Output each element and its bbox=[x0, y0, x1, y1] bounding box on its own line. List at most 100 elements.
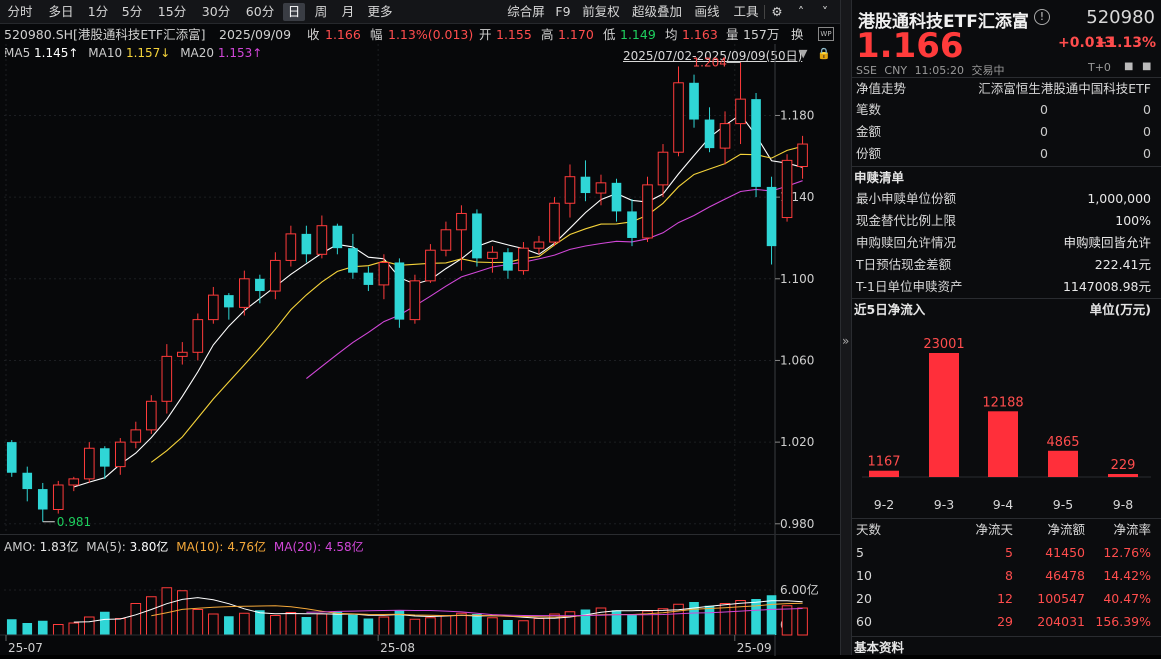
amo-bar bbox=[6, 619, 17, 635]
inflow-bar-value: 12188 bbox=[982, 395, 1023, 410]
chevron-down-icon[interactable]: ˅ bbox=[816, 3, 834, 21]
period-5min[interactable]: 5分 bbox=[117, 3, 147, 21]
period-weekly[interactable]: 周 bbox=[310, 3, 332, 21]
col-flow-amount: 净流额 bbox=[1047, 522, 1085, 537]
subscribe-row-label: 申购赎回允许情况 bbox=[856, 235, 957, 250]
candle-body bbox=[192, 319, 204, 353]
subscribe-row: T-1日单位申赎资产 1147008.98元 bbox=[852, 276, 1161, 298]
col-flow-rate: 净流率 bbox=[1113, 522, 1151, 537]
amo-bar bbox=[472, 614, 482, 635]
candle-body bbox=[704, 119, 715, 149]
candle-body bbox=[611, 182, 622, 212]
security-code: 520980 bbox=[1086, 7, 1155, 28]
period-60min[interactable]: 60分 bbox=[241, 3, 279, 21]
subscribe-row-label: T日预估现金差额 bbox=[856, 257, 952, 272]
inflow-bar bbox=[929, 353, 959, 477]
period-more[interactable]: 更多 bbox=[364, 3, 396, 21]
subscribe-row-label: 现金替代比例上限 bbox=[856, 213, 957, 228]
forward-adjust-button[interactable]: 前复权 bbox=[579, 3, 623, 21]
candlestick-chart: 1.1801.1401.1001.0601.0200.9801.2040.981 bbox=[4, 44, 814, 534]
wp-icon[interactable]: WP bbox=[818, 27, 834, 41]
draw-line-button[interactable]: 画线 bbox=[692, 3, 722, 21]
amo-bar bbox=[52, 624, 64, 636]
period-monthly[interactable]: 月 bbox=[337, 3, 359, 21]
market-status-line: SSE CNY 11:05:20 交易中 bbox=[856, 62, 1004, 78]
candle-body bbox=[564, 176, 576, 204]
flow-table-row: 60 29 204031 156.39% bbox=[852, 611, 1161, 633]
subscribe-row: T日预估现金差额 222.41元 bbox=[852, 254, 1161, 276]
stat-row-shares: 份额 0 0 bbox=[852, 143, 1161, 165]
candle bbox=[130, 421, 142, 449]
candle-body bbox=[657, 151, 669, 186]
candle bbox=[285, 225, 297, 267]
amount-buy: 0 bbox=[1040, 124, 1048, 139]
info-date: 2025/09/09 bbox=[219, 27, 292, 42]
period-multiday[interactable]: 多日 bbox=[42, 3, 80, 21]
amo-bar bbox=[99, 611, 110, 635]
period-intraday[interactable]: 分时 bbox=[3, 3, 37, 21]
candle bbox=[208, 286, 219, 324]
volume-label: 量 bbox=[726, 27, 739, 42]
currency: CNY bbox=[884, 64, 908, 77]
min-price-label: 0.981 bbox=[57, 515, 91, 529]
candle bbox=[689, 74, 699, 128]
candle bbox=[719, 111, 731, 165]
flow-up-days: 12 bbox=[997, 591, 1013, 606]
flag-icon[interactable]: ■ bbox=[1124, 61, 1133, 72]
candle bbox=[52, 480, 64, 514]
bookmark-icon[interactable]: ■ bbox=[1142, 61, 1151, 72]
info-icon[interactable]: ! bbox=[1034, 9, 1050, 25]
candle-body bbox=[285, 233, 297, 261]
quote-time: 11:05:20 bbox=[914, 64, 964, 77]
flow-rate: 40.47% bbox=[1103, 591, 1151, 606]
candle-body bbox=[689, 82, 699, 120]
settings-gear-icon[interactable]: ⚙ bbox=[768, 3, 786, 21]
amo-bar bbox=[316, 613, 328, 636]
nav-trend-row[interactable]: 净值走势 汇添富恒生港股通中国科技ETF bbox=[852, 77, 1161, 99]
period-1min[interactable]: 1分 bbox=[84, 3, 112, 21]
period-daily[interactable]: 日 bbox=[283, 3, 305, 21]
candle-body bbox=[797, 143, 808, 167]
candle-body bbox=[146, 400, 157, 431]
candle bbox=[348, 233, 358, 279]
candle-body bbox=[781, 159, 793, 219]
super-overlay-button[interactable]: 超级叠加 bbox=[628, 3, 686, 21]
composite-screen-button[interactable]: 综合屏 bbox=[504, 3, 548, 21]
count-sell: 0 bbox=[1143, 102, 1151, 117]
low-label: 低 bbox=[603, 27, 616, 42]
x-tick-label: 25-07 bbox=[8, 641, 43, 655]
sidebar-toggle-strip[interactable]: » bbox=[840, 0, 852, 655]
period-15min[interactable]: 15分 bbox=[153, 3, 191, 21]
candle-body bbox=[533, 241, 545, 249]
tools-button[interactable]: 工具 bbox=[731, 3, 761, 21]
candle-body bbox=[316, 225, 328, 255]
subscribe-row-value: 1,000,000 bbox=[1087, 191, 1151, 206]
sidebar-toggle-icon[interactable]: » bbox=[842, 334, 849, 348]
subscribe-row: 申购赎回允许情况 申购赎回皆允许 bbox=[852, 232, 1161, 254]
inflow-bar-date: 9-4 bbox=[993, 497, 1013, 512]
flow-table-row: 20 12 100547 40.47% bbox=[852, 588, 1161, 610]
amo-bar bbox=[68, 622, 80, 636]
flow-rate: 14.42% bbox=[1103, 568, 1151, 583]
count-buy: 0 bbox=[1040, 102, 1048, 117]
f9-button[interactable]: F9 bbox=[553, 3, 573, 21]
flow-up-days: 8 bbox=[1005, 568, 1013, 583]
subscribe-section-title: 申赎清单 bbox=[852, 166, 1161, 188]
flow-amount: 46478 bbox=[1045, 568, 1085, 583]
candle-body bbox=[735, 98, 746, 125]
candle bbox=[611, 178, 622, 222]
change-value: 1.13%(0.013) bbox=[388, 27, 474, 42]
candle-body bbox=[224, 295, 234, 308]
subscribe-row: 现金替代比例上限 100% bbox=[852, 210, 1161, 232]
candle-body bbox=[766, 186, 777, 247]
chevron-up-icon[interactable]: ˄ bbox=[792, 3, 810, 21]
candle-body bbox=[719, 123, 731, 149]
amo-bar bbox=[797, 607, 808, 636]
candle bbox=[440, 221, 452, 257]
x-tick-label: 25-09 bbox=[737, 641, 772, 655]
high-value: 1.170 bbox=[558, 27, 594, 42]
period-30min[interactable]: 30分 bbox=[197, 3, 235, 21]
open-value: 1.155 bbox=[496, 27, 532, 42]
flow-up-days: 29 bbox=[997, 614, 1013, 629]
candle-body bbox=[472, 213, 482, 259]
